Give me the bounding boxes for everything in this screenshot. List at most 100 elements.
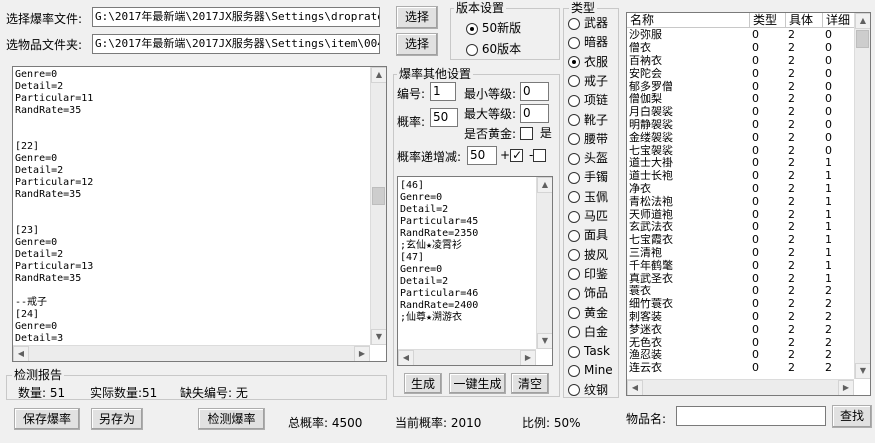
- type-option[interactable]: Task: [568, 342, 610, 360]
- type-radio[interactable]: [568, 384, 580, 397]
- type-radio[interactable]: [568, 75, 580, 88]
- type-radio[interactable]: [568, 287, 580, 300]
- type-radio[interactable]: [568, 345, 580, 358]
- plus-checkbox[interactable]: [510, 147, 524, 163]
- table-row[interactable]: 沙弥服 0 2 0: [627, 29, 856, 42]
- type-radio[interactable]: [568, 56, 580, 69]
- type-radio[interactable]: [568, 210, 580, 223]
- table-row[interactable]: 无色衣 0 2 2: [627, 336, 856, 349]
- item-list-view[interactable]: 名称 类型 具体 详细 沙弥服 0 2 0 僧衣 0 2 0 百衲衣 0 2 0 安陀会 0 2 0 郁多罗僧 0…: [626, 12, 871, 396]
- scroll-down-arrow-icon[interactable]: ▼: [855, 363, 870, 379]
- type-option[interactable]: Mine: [568, 361, 613, 379]
- type-radio[interactable]: [568, 171, 580, 184]
- type-option[interactable]: 衣服: [568, 53, 608, 71]
- type-option[interactable]: 靴子: [568, 111, 608, 129]
- drop-rate-text-area[interactable]: Genre=0 Detail=2 Particular=11 RandRate=35[…: [12, 66, 387, 362]
- type-option[interactable]: 项链: [568, 91, 608, 109]
- table-row[interactable]: 明静袈裟 0 2 0: [627, 119, 856, 132]
- table-row[interactable]: 道士长袍 0 2 1: [627, 170, 856, 183]
- table-row[interactable]: 渔忍装 0 2 2: [627, 349, 856, 362]
- table-row[interactable]: 安陀会 0 2 0: [627, 67, 856, 80]
- item-horizontal-scrollbar[interactable]: ◀ ▶: [627, 379, 854, 395]
- one-click-generate-button[interactable]: 一键生成: [449, 373, 506, 394]
- column-header-detail[interactable]: 详细: [823, 13, 856, 28]
- scroll-right-arrow-icon[interactable]: ▶: [354, 346, 370, 361]
- item-name-input[interactable]: [676, 406, 826, 426]
- gold-checkbox[interactable]: [520, 127, 533, 140]
- type-option[interactable]: 武器: [568, 14, 608, 32]
- type-radio[interactable]: [568, 152, 580, 165]
- minus-toggle[interactable]: -: [529, 148, 547, 162]
- table-row[interactable]: 梦迷衣 0 2 2: [627, 323, 856, 336]
- table-row[interactable]: 三清袍 0 2 1: [627, 247, 856, 260]
- minus-checkbox[interactable]: [533, 149, 547, 162]
- table-row[interactable]: 青松法袍 0 2 1: [627, 195, 856, 208]
- table-row[interactable]: 金缕袈裟 0 2 0: [627, 131, 856, 144]
- table-row[interactable]: 月白袈裟 0 2 0: [627, 106, 856, 119]
- type-radio[interactable]: [568, 249, 580, 262]
- version-option-50[interactable]: 50新版: [466, 19, 521, 36]
- type-option[interactable]: 黄金: [568, 304, 608, 322]
- type-option[interactable]: 白金: [568, 323, 608, 341]
- save-drop-rate-button[interactable]: 保存爆率: [14, 408, 80, 430]
- type-radio[interactable]: [568, 17, 580, 30]
- type-radio[interactable]: [568, 191, 580, 204]
- scroll-thumb[interactable]: [372, 187, 385, 205]
- column-header-type[interactable]: 类型: [750, 13, 786, 28]
- max-level-input[interactable]: 0: [520, 104, 549, 123]
- table-row[interactable]: 僧衣 0 2 0: [627, 42, 856, 55]
- generated-text-area[interactable]: [46] Genre=0 Detail=2 Particular=45 RandRate…: [397, 176, 553, 366]
- generate-button[interactable]: 生成: [404, 373, 442, 394]
- table-row[interactable]: 真武圣衣 0 2 1: [627, 272, 856, 285]
- drop-file-path-input[interactable]: G:\2017年最新端\2017JX服务器\Settings\droprate\: [92, 7, 380, 27]
- column-header-specific[interactable]: 具体: [786, 13, 823, 28]
- type-radio[interactable]: [568, 114, 580, 126]
- type-option[interactable]: 马匹: [568, 207, 608, 225]
- table-row[interactable]: 玄武法衣 0 2 1: [627, 221, 856, 234]
- type-option[interactable]: 玉佩: [568, 188, 608, 206]
- clear-button[interactable]: 清空: [511, 373, 549, 394]
- scroll-left-arrow-icon[interactable]: ◀: [13, 346, 29, 361]
- version-option-60[interactable]: 60版本: [466, 40, 521, 57]
- left-horizontal-scrollbar[interactable]: ◀ ▶: [13, 345, 370, 361]
- type-radio[interactable]: [568, 364, 580, 377]
- scroll-right-arrow-icon[interactable]: ▶: [838, 380, 854, 395]
- type-radio[interactable]: [568, 229, 580, 242]
- type-radio[interactable]: [568, 268, 580, 281]
- select-item-folder-button[interactable]: 选择: [396, 33, 438, 56]
- plus-toggle[interactable]: +: [500, 147, 524, 163]
- num-input[interactable]: 1: [430, 82, 456, 101]
- type-radio[interactable]: [568, 94, 580, 107]
- column-header-name[interactable]: 名称: [627, 13, 750, 28]
- scroll-thumb[interactable]: [856, 30, 869, 48]
- table-row[interactable]: 僧伽梨 0 2 0: [627, 93, 856, 106]
- mid-vertical-scrollbar[interactable]: ▲ ▼: [536, 177, 552, 349]
- save-as-button[interactable]: 另存为: [91, 408, 143, 430]
- scroll-right-arrow-icon[interactable]: ▶: [520, 350, 536, 365]
- type-option[interactable]: 印鉴: [568, 265, 608, 283]
- scroll-down-arrow-icon[interactable]: ▼: [371, 329, 386, 345]
- table-row[interactable]: 七宝霞衣 0 2 1: [627, 234, 856, 247]
- version-60-radio[interactable]: [466, 43, 478, 56]
- type-option[interactable]: 饰品: [568, 284, 608, 302]
- item-vertical-scrollbar[interactable]: ▲ ▼: [854, 13, 870, 379]
- increment-input[interactable]: 50: [467, 146, 497, 165]
- type-option[interactable]: 头盔: [568, 149, 608, 167]
- item-folder-path-input[interactable]: G:\2017年最新端\2017JX服务器\Settings\item\004\: [92, 34, 380, 54]
- scroll-down-arrow-icon[interactable]: ▼: [537, 333, 552, 349]
- search-button[interactable]: 查找: [832, 405, 872, 428]
- mid-horizontal-scrollbar[interactable]: ◀ ▶: [398, 349, 536, 365]
- type-option[interactable]: 暗器: [568, 33, 608, 51]
- table-row[interactable]: 百衲衣 0 2 0: [627, 55, 856, 68]
- left-vertical-scrollbar[interactable]: ▲ ▼: [370, 67, 386, 345]
- table-row[interactable]: 道士大褂 0 2 1: [627, 157, 856, 170]
- type-radio[interactable]: [568, 326, 580, 339]
- version-50-radio[interactable]: [466, 22, 478, 35]
- check-drop-rate-button[interactable]: 检测爆率: [198, 408, 265, 430]
- table-row[interactable]: 蓑衣 0 2 2: [627, 285, 856, 298]
- rate-input[interactable]: 50: [430, 108, 458, 127]
- type-radio[interactable]: [568, 133, 580, 146]
- type-option[interactable]: 手镯: [568, 168, 608, 186]
- table-row[interactable]: 刺客装 0 2 2: [627, 311, 856, 324]
- table-row[interactable]: 千年鹤氅 0 2 1: [627, 259, 856, 272]
